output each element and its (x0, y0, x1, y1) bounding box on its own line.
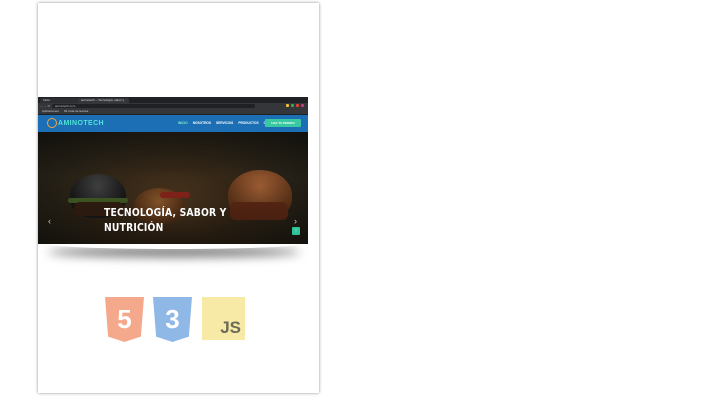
menu-item-servicios[interactable]: SERVICIOS (216, 121, 233, 126)
css3-logo-icon: 3 (153, 297, 192, 342)
menu-item-productos[interactable]: PRODUCTOS (238, 121, 258, 126)
bookmark-item[interactable]: Mi Lista de lectura (64, 109, 88, 114)
order-button[interactable]: HAZ TU PEDIDO (265, 119, 301, 127)
url-field[interactable]: aminotech.com (52, 104, 255, 108)
website-screenshot: Inicio aminotech – Tecnología, sabor y ←… (38, 97, 308, 244)
profile-icon[interactable] (301, 104, 304, 107)
document-page: Inicio aminotech – Tecnología, sabor y ←… (38, 3, 319, 393)
tech-logos: 5 3 JS (105, 297, 245, 342)
extension-icon[interactable] (286, 104, 289, 107)
nav-buttons-icon[interactable]: ← → ⟳ (40, 104, 50, 108)
arrow-up-icon[interactable]: ↑ (292, 227, 300, 235)
chevron-left-icon[interactable]: ‹ (48, 216, 51, 226)
hero-slider: TECNOLOGÍA, SABOR Y NUTRICIÓN ‹ › ↑ (38, 132, 308, 244)
bookmark-item[interactable]: Aplicaciones (42, 109, 59, 114)
logo-icon[interactable] (47, 118, 57, 128)
site-logo[interactable]: AMINOTECH (58, 119, 104, 128)
extension-icons (286, 104, 304, 107)
menu-item-nosotros[interactable]: NOSOTROS (193, 121, 211, 126)
js-logo-glyph: JS (220, 318, 241, 337)
menu-item-inicio[interactable]: INICIO (178, 121, 188, 126)
chevron-right-icon[interactable]: › (294, 216, 297, 226)
javascript-logo-icon: JS (202, 297, 245, 340)
site-header: AMINOTECH INICIO NOSOTROS SERVICIOS PROD… (38, 115, 308, 132)
extension-icon[interactable] (291, 104, 294, 107)
html5-logo-glyph: 5 (117, 304, 132, 334)
extension-icon[interactable] (296, 104, 299, 107)
css3-logo-glyph: 3 (165, 304, 180, 334)
html5-logo-icon: 5 (105, 297, 144, 342)
hero-title: TECNOLOGÍA, SABOR Y NUTRICIÓN (104, 207, 227, 234)
